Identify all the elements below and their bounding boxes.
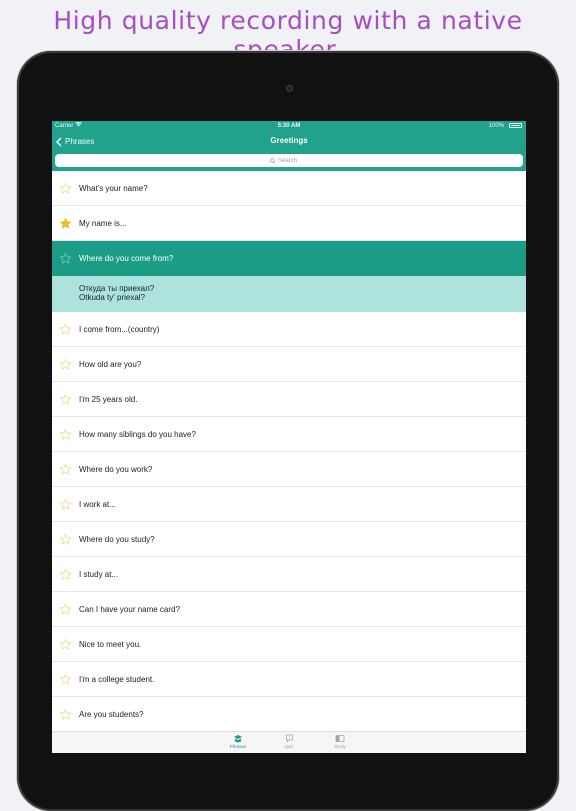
quiz-tab-icon bbox=[285, 734, 293, 743]
tab-label: Study bbox=[334, 744, 346, 749]
star-outline-icon[interactable] bbox=[59, 252, 72, 265]
phrase-text: I'm a college student. bbox=[79, 675, 155, 684]
list-item[interactable]: Are you students? bbox=[52, 697, 526, 732]
camera-icon bbox=[286, 85, 293, 92]
phrase-text: I work at... bbox=[79, 500, 116, 509]
list-item[interactable]: How many siblings do you have? bbox=[52, 417, 526, 452]
phrase-text: Where do you come from? bbox=[79, 254, 174, 263]
phrase-text: I study at... bbox=[79, 570, 119, 579]
tab-study[interactable]: Study bbox=[320, 734, 360, 752]
phrase-text: How many siblings do you have? bbox=[79, 430, 196, 439]
battery-percent: 100% bbox=[488, 122, 504, 129]
star-outline-icon[interactable] bbox=[59, 533, 72, 546]
clock: 5:30 AM bbox=[277, 122, 301, 129]
star-outline-icon[interactable] bbox=[59, 498, 72, 511]
list-item[interactable]: Nice to meet you. bbox=[52, 627, 526, 662]
list-item[interactable]: Can I have your name card? bbox=[52, 592, 526, 627]
phrase-text: Where do you work? bbox=[79, 465, 153, 474]
list-item[interactable]: I work at... bbox=[52, 487, 526, 522]
phrase-text: My name is... bbox=[79, 219, 127, 228]
tab-phrases[interactable]: Phrases bbox=[218, 734, 258, 752]
phrase-text: What's your name? bbox=[79, 184, 148, 193]
search-icon bbox=[270, 157, 276, 164]
star-outline-icon[interactable] bbox=[59, 393, 72, 406]
navigation-bar: Phrases Greetings bbox=[52, 131, 526, 152]
translation-native: Откуда ты приехал? bbox=[79, 284, 155, 293]
battery-icon bbox=[509, 123, 522, 128]
star-outline-icon[interactable] bbox=[59, 358, 72, 371]
phrase-text: I'm 25 years old. bbox=[79, 395, 138, 404]
page-title: Greetings bbox=[270, 136, 308, 145]
list-item[interactable]: I'm a college student. bbox=[52, 662, 526, 697]
search-field[interactable] bbox=[55, 154, 523, 167]
star-outline-icon[interactable] bbox=[59, 323, 72, 336]
phrase-text: I come from...(country) bbox=[79, 325, 160, 334]
star-outline-icon[interactable] bbox=[59, 673, 72, 686]
list-item[interactable]: I study at... bbox=[52, 557, 526, 592]
star-outline-icon[interactable] bbox=[59, 603, 72, 616]
list-item[interactable]: How old are you? bbox=[52, 347, 526, 382]
phrase-text: Nice to meet you. bbox=[79, 640, 142, 649]
tab-label: Quiz bbox=[284, 744, 294, 749]
phrase-text: How old are you? bbox=[79, 360, 142, 369]
search-bar bbox=[52, 152, 526, 171]
list-item-selected[interactable]: Where do you come from? bbox=[52, 241, 526, 276]
status-bar: Carrier 5:30 AM 100% bbox=[52, 121, 526, 131]
translation-romanized: Otkuda ty' priexal? bbox=[79, 293, 146, 302]
app-screen: Carrier 5:30 AM 100% Phrases Greetings W… bbox=[52, 121, 526, 753]
list-item[interactable]: Where do you study? bbox=[52, 522, 526, 557]
star-outline-icon[interactable] bbox=[59, 708, 72, 721]
list-item[interactable]: I'm 25 years old. bbox=[52, 382, 526, 417]
list-item[interactable]: Where do you work? bbox=[52, 452, 526, 487]
star-outline-icon[interactable] bbox=[59, 463, 72, 476]
star-filled-icon[interactable] bbox=[59, 217, 72, 230]
search-input[interactable] bbox=[278, 157, 308, 164]
list-item[interactable]: My name is... bbox=[52, 206, 526, 241]
star-outline-icon[interactable] bbox=[59, 428, 72, 441]
list-item[interactable]: What's your name? bbox=[52, 171, 526, 206]
tab-quiz[interactable]: Quiz bbox=[269, 734, 309, 752]
phrase-text: Are you students? bbox=[79, 710, 144, 719]
phrase-text: Can I have your name card? bbox=[79, 605, 180, 614]
list-item[interactable]: I come from...(country) bbox=[52, 312, 526, 347]
phrase-list: What's your name? My name is... Where do… bbox=[52, 171, 526, 732]
tab-bar: Phrases Quiz Study bbox=[52, 731, 526, 753]
star-outline-icon[interactable] bbox=[59, 638, 72, 651]
star-outline-icon[interactable] bbox=[59, 182, 72, 195]
translation-panel[interactable]: Откуда ты приехал? Otkuda ty' priexal? bbox=[52, 276, 526, 312]
star-outline-icon[interactable] bbox=[59, 568, 72, 581]
tab-label: Phrases bbox=[229, 744, 247, 749]
study-tab-icon bbox=[335, 735, 345, 742]
phrase-text: Where do you study? bbox=[79, 535, 155, 544]
phrases-tab-icon bbox=[234, 735, 242, 743]
